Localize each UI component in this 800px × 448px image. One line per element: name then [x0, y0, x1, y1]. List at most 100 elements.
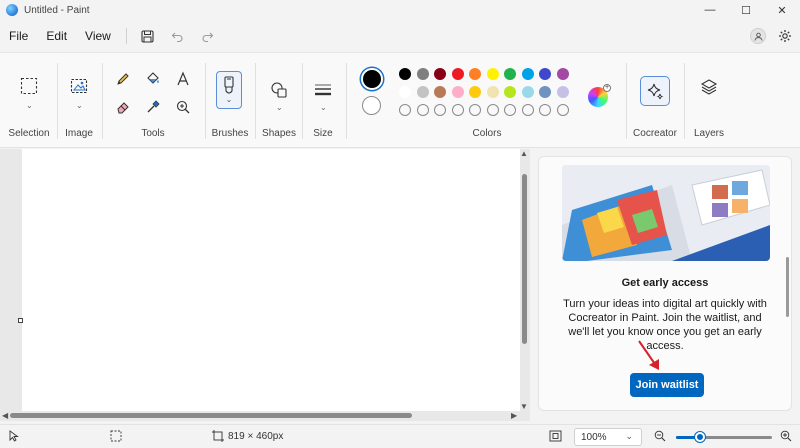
group-label-shapes: Shapes: [262, 128, 296, 139]
custom-color-slot[interactable]: [504, 104, 516, 116]
minimize-button[interactable]: —: [692, 0, 728, 20]
chevron-down-icon[interactable]: ⌄: [76, 101, 83, 110]
close-button[interactable]: ✕: [764, 0, 800, 20]
primary-color-swatch[interactable]: [361, 68, 383, 90]
title-bar: Untitled - Paint — ☐ ✕: [0, 0, 800, 20]
zoom-out-icon[interactable]: [654, 430, 666, 445]
pencil-icon[interactable]: [112, 68, 134, 90]
vertical-scrollbar[interactable]: [522, 174, 527, 344]
settings-gear-icon[interactable]: [774, 22, 796, 50]
horizontal-scrollbar[interactable]: [10, 413, 412, 418]
fill-bucket-icon[interactable]: [142, 68, 164, 90]
color-swatch[interactable]: [486, 68, 499, 80]
join-waitlist-button[interactable]: Join waitlist: [630, 373, 704, 397]
brush-tool-icon[interactable]: ⌄: [216, 71, 242, 109]
zoom-in-icon[interactable]: [780, 430, 792, 445]
stroke-size-icon[interactable]: [312, 79, 334, 101]
color-swatch[interactable]: [416, 86, 429, 98]
scroll-up-arrow-icon[interactable]: ▲: [520, 149, 528, 158]
color-swatch[interactable]: [556, 86, 569, 98]
group-label-size: Size: [313, 128, 333, 139]
color-swatch[interactable]: [416, 68, 429, 80]
red-arrow-annotation: [638, 340, 659, 370]
custom-color-slot[interactable]: [416, 104, 429, 116]
zoom-slider-thumb[interactable]: [695, 432, 705, 442]
custom-color-slot[interactable]: [539, 104, 551, 116]
edit-colors-wheel-icon[interactable]: +: [588, 84, 611, 107]
maximize-button[interactable]: ☐: [728, 0, 764, 20]
save-icon[interactable]: [133, 22, 163, 50]
ribbon-divider: [346, 63, 347, 139]
canvas-resize-handle[interactable]: [18, 318, 23, 323]
menu-file[interactable]: File: [0, 22, 37, 50]
group-label-cocreator: Cocreator: [633, 128, 677, 139]
color-swatch[interactable]: [399, 68, 411, 80]
zoom-dropdown[interactable]: 100% ⌄: [574, 428, 642, 446]
drawing-canvas[interactable]: [22, 149, 520, 411]
custom-color-slot[interactable]: [434, 104, 446, 116]
custom-color-slot[interactable]: [451, 104, 464, 116]
fit-to-window-icon[interactable]: [549, 430, 562, 445]
image-tool-icon[interactable]: [68, 75, 90, 97]
group-image: ⌄ Image: [58, 59, 100, 143]
color-swatch[interactable]: [399, 86, 411, 98]
panel-scrollbar[interactable]: [786, 257, 789, 317]
rectangle-select-icon[interactable]: [18, 75, 40, 97]
secondary-color-swatch[interactable]: [362, 96, 381, 115]
paint-app-icon: [6, 4, 18, 16]
chevron-down-icon[interactable]: ⌄: [320, 103, 327, 112]
color-swatch[interactable]: [469, 68, 481, 80]
custom-color-slot[interactable]: [399, 104, 411, 116]
group-tools: Tools: [103, 59, 203, 143]
chevron-down-icon: ⌄: [625, 431, 633, 441]
chevron-down-icon[interactable]: ⌄: [226, 96, 233, 104]
group-label-tools: Tools: [141, 128, 165, 139]
color-swatch[interactable]: [451, 68, 464, 80]
color-swatch[interactable]: [504, 86, 516, 98]
canvas-size-icon: [212, 430, 224, 445]
shapes-icon[interactable]: [268, 79, 290, 101]
color-swatch[interactable]: [486, 86, 499, 98]
color-swatch[interactable]: [521, 86, 534, 98]
custom-color-slot[interactable]: [469, 104, 481, 116]
scroll-right-arrow-icon[interactable]: ▶: [511, 411, 517, 420]
account-avatar-icon[interactable]: [750, 28, 766, 44]
group-layers: Layers: [686, 59, 732, 143]
menu-view[interactable]: View: [76, 22, 120, 50]
color-picker-icon[interactable]: [142, 96, 164, 118]
group-cocreator: Cocreator: [628, 59, 682, 143]
selection-size-icon: [110, 430, 122, 445]
color-swatch[interactable]: [451, 86, 464, 98]
canvas-workspace: [0, 149, 530, 421]
text-tool-icon[interactable]: [172, 68, 194, 90]
undo-icon[interactable]: [163, 22, 193, 50]
redo-icon[interactable]: [193, 22, 223, 50]
color-swatch[interactable]: [504, 68, 516, 80]
scroll-left-arrow-icon[interactable]: ◀: [2, 411, 8, 420]
custom-color-slot[interactable]: [521, 104, 534, 116]
eraser-icon[interactable]: [112, 96, 134, 118]
chevron-down-icon[interactable]: ⌄: [276, 103, 283, 112]
magnifier-icon[interactable]: [172, 96, 194, 118]
cursor-pointer-icon: [8, 430, 20, 445]
menu-edit[interactable]: Edit: [37, 22, 76, 50]
color-swatch[interactable]: [539, 86, 551, 98]
zoom-slider-track[interactable]: [676, 432, 772, 442]
group-label-colors: Colors: [472, 128, 502, 139]
color-swatch[interactable]: [469, 86, 481, 98]
group-label-selection: Selection: [8, 128, 50, 139]
color-swatch[interactable]: [521, 68, 534, 80]
cocreator-sparkle-icon[interactable]: [640, 76, 670, 106]
panel-heading: Get early access: [621, 277, 709, 289]
layers-icon[interactable]: [698, 76, 720, 98]
color-swatch[interactable]: [556, 68, 569, 80]
status-bar: 819 × 460px 100% ⌄: [0, 424, 800, 448]
color-swatch[interactable]: [434, 68, 446, 80]
chevron-down-icon[interactable]: ⌄: [26, 101, 33, 110]
custom-color-slot[interactable]: [556, 104, 569, 116]
color-swatch[interactable]: [539, 68, 551, 80]
color-swatch[interactable]: [434, 86, 446, 98]
ribbon-divider: [205, 63, 206, 139]
scroll-down-arrow-icon[interactable]: ▼: [520, 402, 528, 411]
custom-color-slot[interactable]: [486, 104, 499, 116]
